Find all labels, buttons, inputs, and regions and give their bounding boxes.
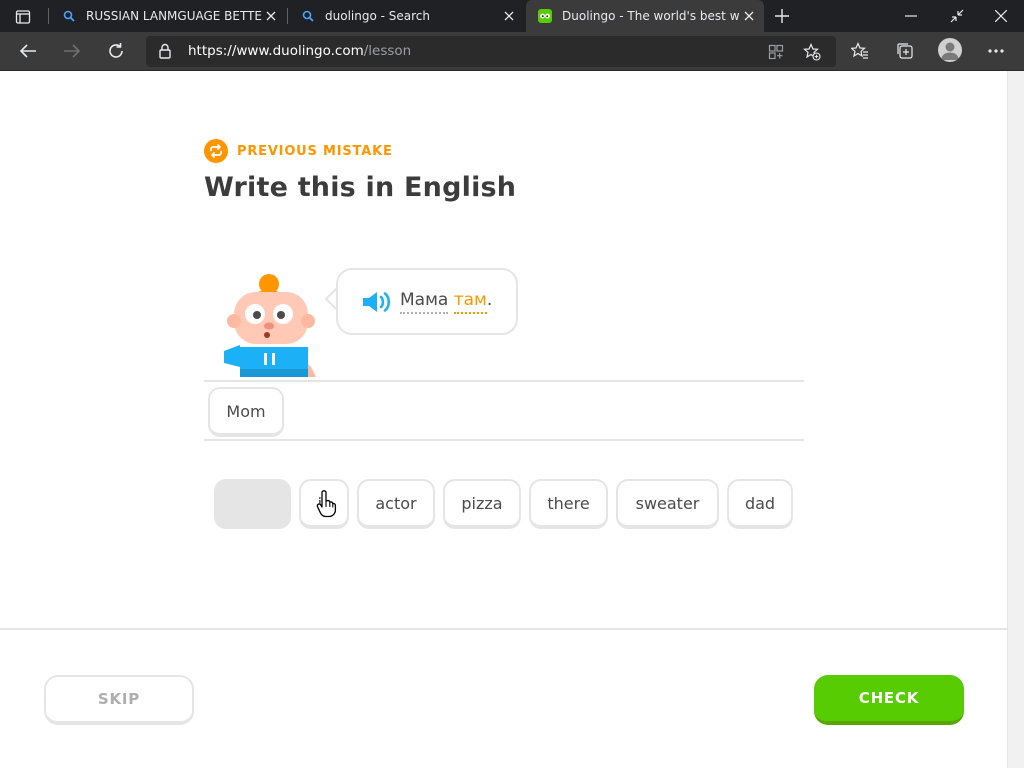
skip-button[interactable]: SKIP bbox=[44, 675, 194, 725]
check-button[interactable]: CHECK bbox=[814, 675, 964, 725]
footer-divider bbox=[0, 628, 1007, 630]
prompt-word[interactable]: Мама bbox=[400, 290, 449, 314]
close-tab-icon[interactable] bbox=[499, 6, 519, 26]
app-available-icon[interactable] bbox=[766, 42, 786, 62]
favorites-icon[interactable] bbox=[849, 40, 871, 62]
word-bank-chip[interactable]: dad bbox=[727, 479, 793, 529]
previous-mistake-badge: PREVIOUS MISTAKE bbox=[204, 139, 393, 163]
search-icon bbox=[301, 9, 315, 23]
url-text[interactable]: https://www.duolingo.com/lesson bbox=[188, 43, 411, 59]
url-host: https://www.duolingo.com bbox=[188, 43, 364, 59]
answer-area-top-line bbox=[204, 380, 804, 382]
more-options-icon[interactable] bbox=[985, 40, 1007, 62]
profile-avatar[interactable] bbox=[938, 38, 962, 62]
tab-separator bbox=[48, 8, 49, 24]
refresh-icon[interactable] bbox=[101, 37, 131, 65]
page-title: Write this in English bbox=[204, 172, 517, 203]
tab-bar: RUSSIAN LANMGUAGE BETTER I duolingo - Se… bbox=[0, 0, 1024, 32]
tab-title: RUSSIAN LANMGUAGE BETTER I bbox=[86, 9, 262, 23]
word-bank-chip[interactable]: sweater bbox=[616, 479, 719, 529]
prompt-sentence: Мама там. bbox=[400, 290, 493, 314]
prompt-word-new[interactable]: там bbox=[453, 290, 487, 314]
answer-area-bottom-line bbox=[204, 439, 804, 441]
forward-icon[interactable] bbox=[57, 37, 87, 65]
lock-icon[interactable] bbox=[158, 43, 174, 59]
tab-duolingo-search[interactable]: duolingo - Search bbox=[289, 0, 525, 32]
minimize-icon[interactable] bbox=[888, 0, 934, 32]
word-bank-chip[interactable]: there bbox=[529, 479, 608, 529]
repeat-icon bbox=[204, 139, 228, 163]
tab-separator bbox=[287, 8, 288, 24]
restore-icon[interactable] bbox=[934, 0, 980, 32]
close-tab-icon[interactable] bbox=[740, 6, 759, 26]
page-scrollbar[interactable] bbox=[1007, 71, 1024, 768]
url-path: /lesson bbox=[363, 43, 412, 59]
collections-icon[interactable] bbox=[894, 40, 916, 62]
close-window-icon[interactable] bbox=[978, 0, 1024, 32]
tab-russian-language[interactable]: RUSSIAN LANMGUAGE BETTER I bbox=[50, 0, 286, 32]
back-icon[interactable] bbox=[13, 37, 43, 65]
tab-title: Duolingo - The world's best way bbox=[562, 9, 740, 23]
answer-chip[interactable]: Mom bbox=[208, 387, 284, 437]
prompt-punctuation: . bbox=[486, 290, 493, 310]
search-icon bbox=[62, 9, 76, 23]
word-bank-chip[interactable]: actor bbox=[357, 479, 435, 529]
tab-title: duolingo - Search bbox=[325, 9, 430, 23]
browser-toolbar: https://www.duolingo.com/lesson bbox=[0, 32, 1024, 71]
previous-mistake-label: PREVIOUS MISTAKE bbox=[237, 143, 393, 159]
word-bank-placeholder bbox=[214, 479, 291, 529]
lesson-page: PREVIOUS MISTAKE Write this in English М… bbox=[0, 71, 1007, 768]
duolingo-logo-icon bbox=[538, 9, 552, 23]
character-illustration bbox=[220, 269, 320, 381]
address-bar[interactable]: https://www.duolingo.com/lesson bbox=[146, 36, 836, 67]
speaker-icon[interactable] bbox=[360, 289, 394, 315]
add-favorite-icon[interactable] bbox=[802, 42, 822, 62]
tab-duolingo-lesson[interactable]: Duolingo - The world's best way bbox=[526, 0, 764, 32]
new-tab-icon[interactable] bbox=[770, 4, 794, 28]
word-bank-chip[interactable]: pizza bbox=[443, 479, 521, 529]
tab-actions-icon[interactable] bbox=[8, 6, 38, 28]
close-tab-icon[interactable] bbox=[262, 6, 280, 26]
word-bank-chip[interactable]: is bbox=[299, 479, 349, 529]
